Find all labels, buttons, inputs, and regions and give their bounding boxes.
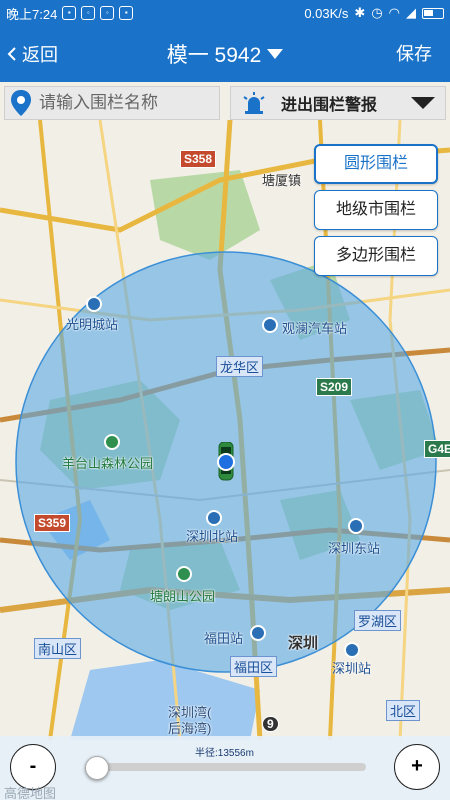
- fence-search[interactable]: [4, 86, 220, 120]
- alarm-type-dropdown[interactable]: 进出围栏警报: [230, 86, 446, 120]
- district-label: 罗湖区: [354, 610, 402, 631]
- title-dropdown-icon[interactable]: [267, 49, 284, 59]
- radius-control-bar: - 半径:13556m +: [0, 736, 450, 800]
- signal-icon: ◢: [406, 5, 416, 20]
- polygon-fence-button[interactable]: 多边形围栏: [314, 236, 438, 276]
- bluetooth-icon: ✱: [354, 5, 366, 20]
- poi-label: 深圳北站: [186, 529, 239, 544]
- page-title: 模一 5942: [166, 44, 262, 67]
- bay-label: 后海湾): [168, 721, 212, 736]
- back-button[interactable]: 返回: [6, 26, 58, 82]
- train-station-icon[interactable]: [250, 625, 266, 641]
- place-label: 塘厦镇: [262, 173, 302, 188]
- chevron-down-icon: [411, 97, 435, 109]
- network-speed: 0.03K/s: [304, 5, 349, 21]
- bus-station-icon[interactable]: [262, 317, 278, 333]
- park-icon[interactable]: [176, 566, 192, 582]
- poi-label: 福田站: [204, 631, 244, 646]
- status-time: 晚上7:24: [6, 6, 58, 22]
- fence-name-input[interactable]: [39, 93, 209, 113]
- location-pin-icon: [11, 90, 31, 116]
- train-station-icon[interactable]: [344, 642, 360, 658]
- road-badge-s358: S358: [180, 150, 217, 168]
- alarm-type-label: 进出围栏警报: [281, 97, 378, 114]
- wechat-icon: ◦: [81, 6, 96, 20]
- alarm-siren-icon: [243, 92, 265, 114]
- battery-icon: [422, 7, 444, 19]
- district-label: 龙华区: [216, 356, 264, 377]
- back-label: 返回: [22, 45, 58, 65]
- chevron-left-icon: [7, 47, 16, 61]
- wifi-icon: ◠: [388, 5, 400, 20]
- poi-label: 羊台山森林公园: [62, 456, 154, 471]
- road-badge-9: 9: [262, 716, 279, 732]
- poi-label: 观澜汽车站: [282, 321, 348, 336]
- train-station-icon[interactable]: [206, 510, 222, 526]
- location-dot: [217, 453, 235, 471]
- fence-type-menu: 圆形围栏 地级市围栏 多边形围栏: [314, 144, 438, 276]
- park-icon[interactable]: [104, 434, 120, 450]
- poi-label: 光明城站: [66, 317, 119, 332]
- increase-radius-button[interactable]: +: [394, 744, 440, 790]
- save-button[interactable]: 保存: [396, 26, 432, 82]
- place-label: 深圳: [288, 635, 319, 652]
- circle-fence-button[interactable]: 圆形围栏: [314, 144, 438, 184]
- map-provider-watermark: 高德地图: [4, 786, 57, 800]
- train-station-icon[interactable]: [86, 296, 102, 312]
- poi-label: 深圳站: [332, 661, 372, 676]
- poi-label: 深圳东站: [328, 541, 381, 556]
- district-label: 南山区: [34, 638, 82, 659]
- radius-slider[interactable]: [96, 763, 366, 771]
- radius-label: 半径:13556m: [195, 748, 254, 759]
- qq-icon: ◦: [100, 6, 115, 20]
- poi-label: 塘朗山公园: [150, 589, 216, 604]
- notification-icon: ▪: [62, 6, 77, 20]
- road-badge-g4e: G4E: [424, 440, 450, 458]
- road-badge-s209: S209: [316, 378, 353, 396]
- app-bar: 返回 模一 5942 保存: [0, 26, 450, 82]
- alarm-clock-icon: ◷: [371, 5, 383, 20]
- train-station-icon[interactable]: [348, 518, 364, 534]
- district-label: 福田区: [230, 656, 278, 677]
- app-icon: ▪: [119, 6, 134, 20]
- status-bar: 晚上7:24 ▪ ◦ ◦ ▪ 0.03K/s ✱ ◷ ◠ ◢: [0, 0, 450, 26]
- filter-row: 进出围栏警报: [4, 86, 446, 120]
- radius-slider-thumb[interactable]: [85, 756, 109, 780]
- road-badge-s359: S359: [34, 514, 71, 532]
- district-label: 北区: [386, 700, 421, 721]
- title-area: 模一 5942: [0, 26, 450, 82]
- city-fence-button[interactable]: 地级市围栏: [314, 190, 438, 230]
